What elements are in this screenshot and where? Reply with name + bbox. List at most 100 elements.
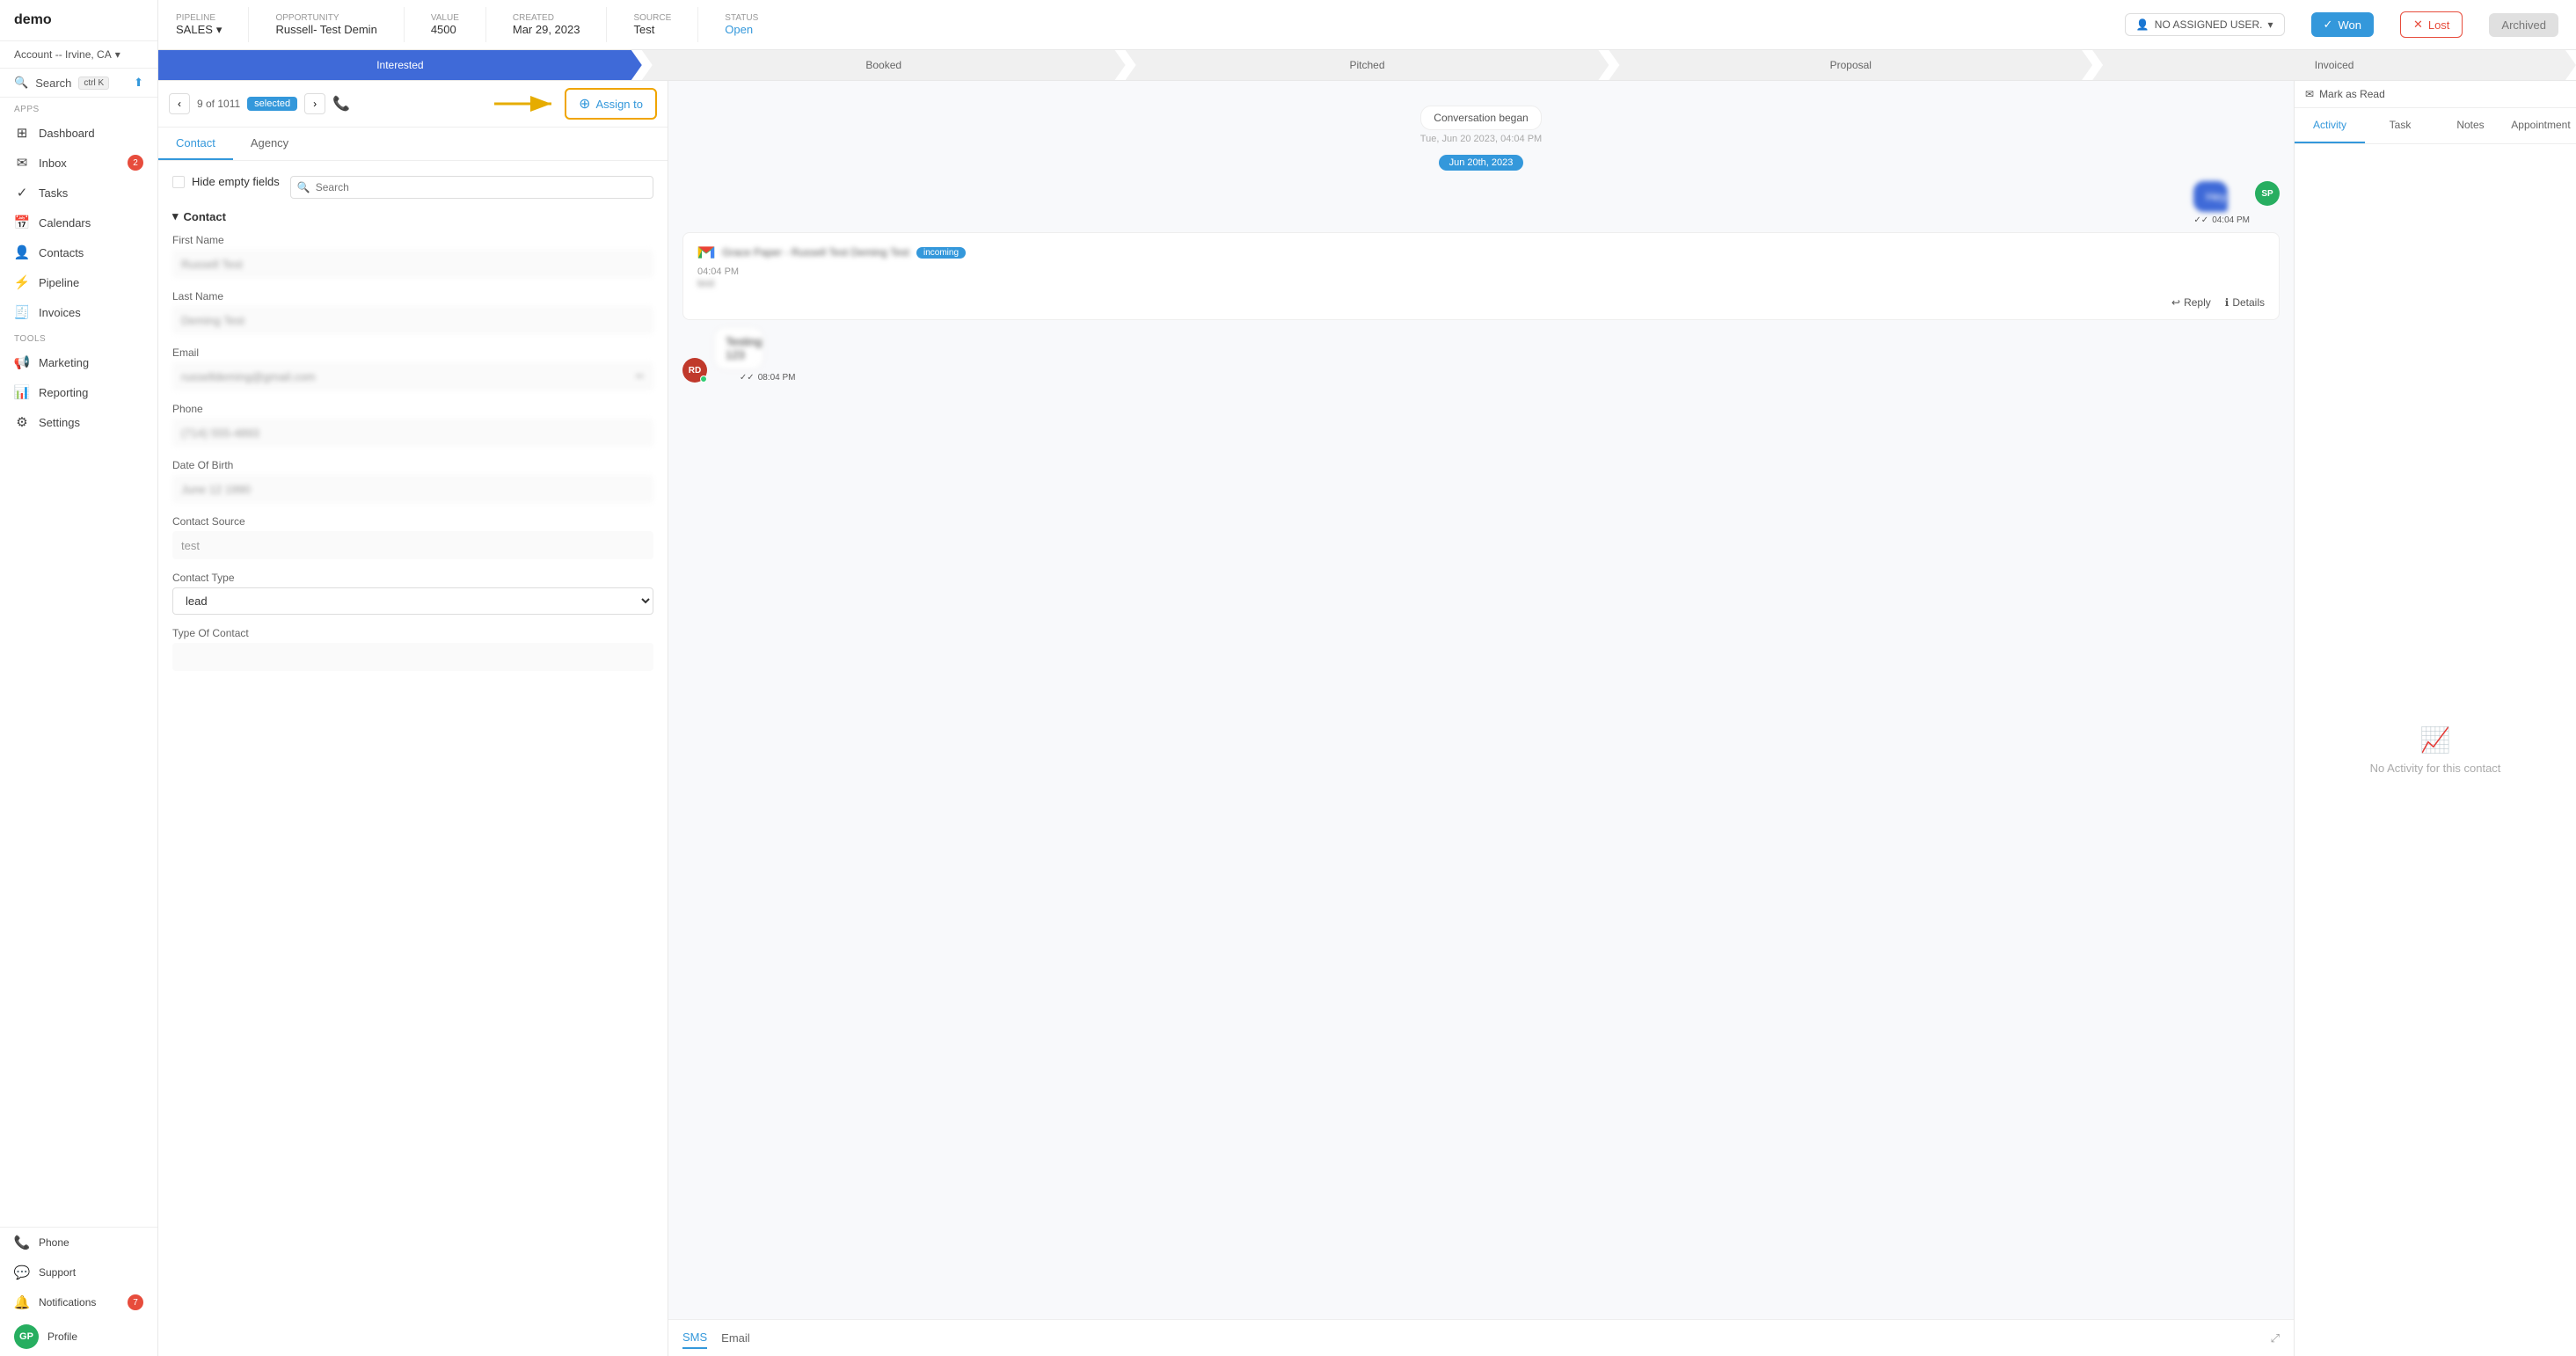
- sidebar-item-label: Tasks: [39, 186, 68, 200]
- sidebar-item-invoices[interactable]: 🧾 Invoices: [0, 297, 157, 327]
- opportunity-field: Opportunity Russell- Test Demin: [275, 13, 376, 36]
- details-label: Details: [2232, 296, 2265, 309]
- email-meta: 04:04 PM: [697, 266, 2265, 277]
- section-label: Contact: [184, 210, 226, 223]
- pipeline-value[interactable]: SALES ▾: [176, 23, 222, 37]
- reply-label: Reply: [2184, 296, 2211, 309]
- mark-as-read-button[interactable]: ✉ Mark as Read: [2295, 81, 2576, 108]
- field-last-name: Last Name Deming Test: [172, 290, 653, 334]
- email-body: test: [697, 277, 2265, 289]
- contact-tabs: Contact Agency: [158, 128, 668, 161]
- fields-search-input[interactable]: [290, 176, 653, 199]
- sidebar-item-calendars[interactable]: 📅 Calendars: [0, 208, 157, 237]
- sidebar-item-notifications[interactable]: 🔔 Notifications 7: [0, 1287, 157, 1317]
- next-record-button[interactable]: ›: [304, 93, 325, 114]
- sidebar-item-phone[interactable]: 📞 Phone: [0, 1228, 157, 1258]
- email-tab[interactable]: Email: [721, 1328, 750, 1348]
- field-email: Email russelldeming@gmail.com ✏: [172, 346, 653, 390]
- sidebar-item-inbox[interactable]: ✉ Inbox 2: [0, 148, 157, 178]
- tab-notes[interactable]: Notes: [2435, 108, 2506, 143]
- created-value: Mar 29, 2023: [513, 23, 580, 36]
- contact-type-select[interactable]: lead: [172, 587, 653, 615]
- sidebar-item-profile[interactable]: GP Profile: [0, 1317, 157, 1356]
- plus-icon: ⊕: [579, 95, 590, 113]
- sidebar-item-label: Notifications: [39, 1296, 96, 1309]
- sidebar-item-marketing[interactable]: 📢 Marketing: [0, 347, 157, 377]
- assign-to-button[interactable]: ⊕ Assign to: [565, 88, 657, 120]
- archived-button[interactable]: Archived: [2489, 13, 2558, 37]
- sms-tab[interactable]: SMS: [682, 1327, 707, 1349]
- email-card: Grace Paper - Russell Test Deming Test i…: [682, 232, 2280, 320]
- lost-x-icon: ✕: [2413, 18, 2423, 32]
- assign-user-button[interactable]: 👤 NO ASSIGNED USER. ▾: [2125, 13, 2285, 36]
- account-label: Account -- Irvine, CA: [14, 48, 112, 61]
- contact-section-header[interactable]: ▾ Contact: [172, 209, 653, 223]
- stage-proposal[interactable]: Proposal: [1609, 50, 2092, 80]
- sidebar-item-label: Phone: [39, 1236, 69, 1249]
- contacts-icon: 👤: [14, 244, 30, 260]
- phone-icon: 📞: [14, 1235, 30, 1250]
- dashboard-icon: ⊞: [14, 125, 30, 141]
- tab-agency[interactable]: Agency: [233, 128, 306, 160]
- date-divider: Jun 20th, 2023: [682, 155, 2280, 171]
- details-button[interactable]: ℹ Details: [2225, 296, 2265, 309]
- hide-empty-checkbox[interactable]: [172, 176, 185, 188]
- first-name-value: Russell Test: [172, 250, 653, 278]
- sidebar-item-label: Calendars: [39, 216, 91, 230]
- pipeline-chevron-icon: ▾: [216, 23, 223, 37]
- search-extras-icon: ⬆: [134, 76, 143, 90]
- hide-empty-label: Hide empty fields: [192, 175, 280, 188]
- tab-task[interactable]: Task: [2365, 108, 2435, 143]
- activity-empty-state: 📈 No Activity for this contact: [2295, 144, 2576, 1356]
- pipeline-icon: ⚡: [14, 274, 30, 290]
- sidebar-item-label: Dashboard: [39, 127, 95, 140]
- tools-section-label: Tools: [0, 327, 157, 347]
- sidebar-item-reporting[interactable]: 📊 Reporting: [0, 377, 157, 407]
- won-button[interactable]: ✓ Won: [2311, 12, 2374, 37]
- search-kbd: ctrl K: [78, 77, 109, 90]
- prev-record-button[interactable]: ‹: [169, 93, 190, 114]
- stage-invoiced[interactable]: Invoiced: [2092, 50, 2576, 80]
- conversation-messages: Conversation began Tue, Jun 20 2023, 04:…: [668, 81, 2294, 1319]
- won-check-icon: ✓: [2324, 18, 2333, 32]
- tab-activity[interactable]: Activity: [2295, 108, 2365, 143]
- stage-pitched[interactable]: Pitched: [1126, 50, 1609, 80]
- calendars-icon: 📅: [14, 215, 30, 230]
- sidebar-item-tasks[interactable]: ✓ Tasks: [0, 178, 157, 208]
- lost-label: Lost: [2428, 18, 2450, 32]
- email-subject: Grace Paper - Russell Test Deming Test: [722, 246, 909, 259]
- pipeline-label: Pipeline: [176, 13, 222, 23]
- phone-call-icon[interactable]: 📞: [332, 95, 350, 113]
- dob-value: June 12 1990: [172, 475, 653, 503]
- reply-button[interactable]: ↩ Reply: [2171, 296, 2211, 309]
- outgoing-message: Hey ✓✓ 04:04 PM SP: [682, 181, 2280, 225]
- sidebar-item-label: Profile: [47, 1330, 77, 1343]
- sidebar: demo Account -- Irvine, CA ▾ 🔍 Search ct…: [0, 0, 158, 1356]
- sidebar-item-label: Invoices: [39, 306, 81, 319]
- account-selector[interactable]: Account -- Irvine, CA ▾: [0, 41, 157, 69]
- search-bar[interactable]: 🔍 Search ctrl K ⬆: [0, 69, 157, 98]
- sidebar-item-settings[interactable]: ⚙ Settings: [0, 407, 157, 437]
- sidebar-item-support[interactable]: 💬 Support: [0, 1258, 157, 1287]
- envelope-icon: ✉: [2305, 88, 2314, 100]
- sidebar-item-label: Pipeline: [39, 276, 79, 289]
- sidebar-item-pipeline[interactable]: ⚡ Pipeline: [0, 267, 157, 297]
- field-dob: Date Of Birth June 12 1990: [172, 459, 653, 503]
- sidebar-item-contacts[interactable]: 👤 Contacts: [0, 237, 157, 267]
- gmail-icon: [697, 244, 715, 261]
- stage-interested[interactable]: Interested: [158, 50, 642, 80]
- expand-button[interactable]: ⤢: [2271, 1331, 2280, 1345]
- avatar: GP: [14, 1324, 39, 1349]
- email-label: incoming: [916, 247, 966, 259]
- tasks-icon: ✓: [14, 185, 30, 200]
- search-icon: 🔍: [14, 76, 28, 90]
- lost-button[interactable]: ✕ Lost: [2400, 11, 2463, 38]
- type-of-contact-value: [172, 643, 653, 671]
- tab-contact[interactable]: Contact: [158, 128, 233, 160]
- sidebar-item-dashboard[interactable]: ⊞ Dashboard: [0, 118, 157, 148]
- created-label: Created: [513, 13, 580, 23]
- stage-booked[interactable]: Booked: [642, 50, 1126, 80]
- edit-email-icon[interactable]: ✏: [636, 370, 645, 383]
- incoming-avatar: RD: [682, 358, 707, 383]
- tab-appointment[interactable]: Appointment: [2506, 108, 2576, 143]
